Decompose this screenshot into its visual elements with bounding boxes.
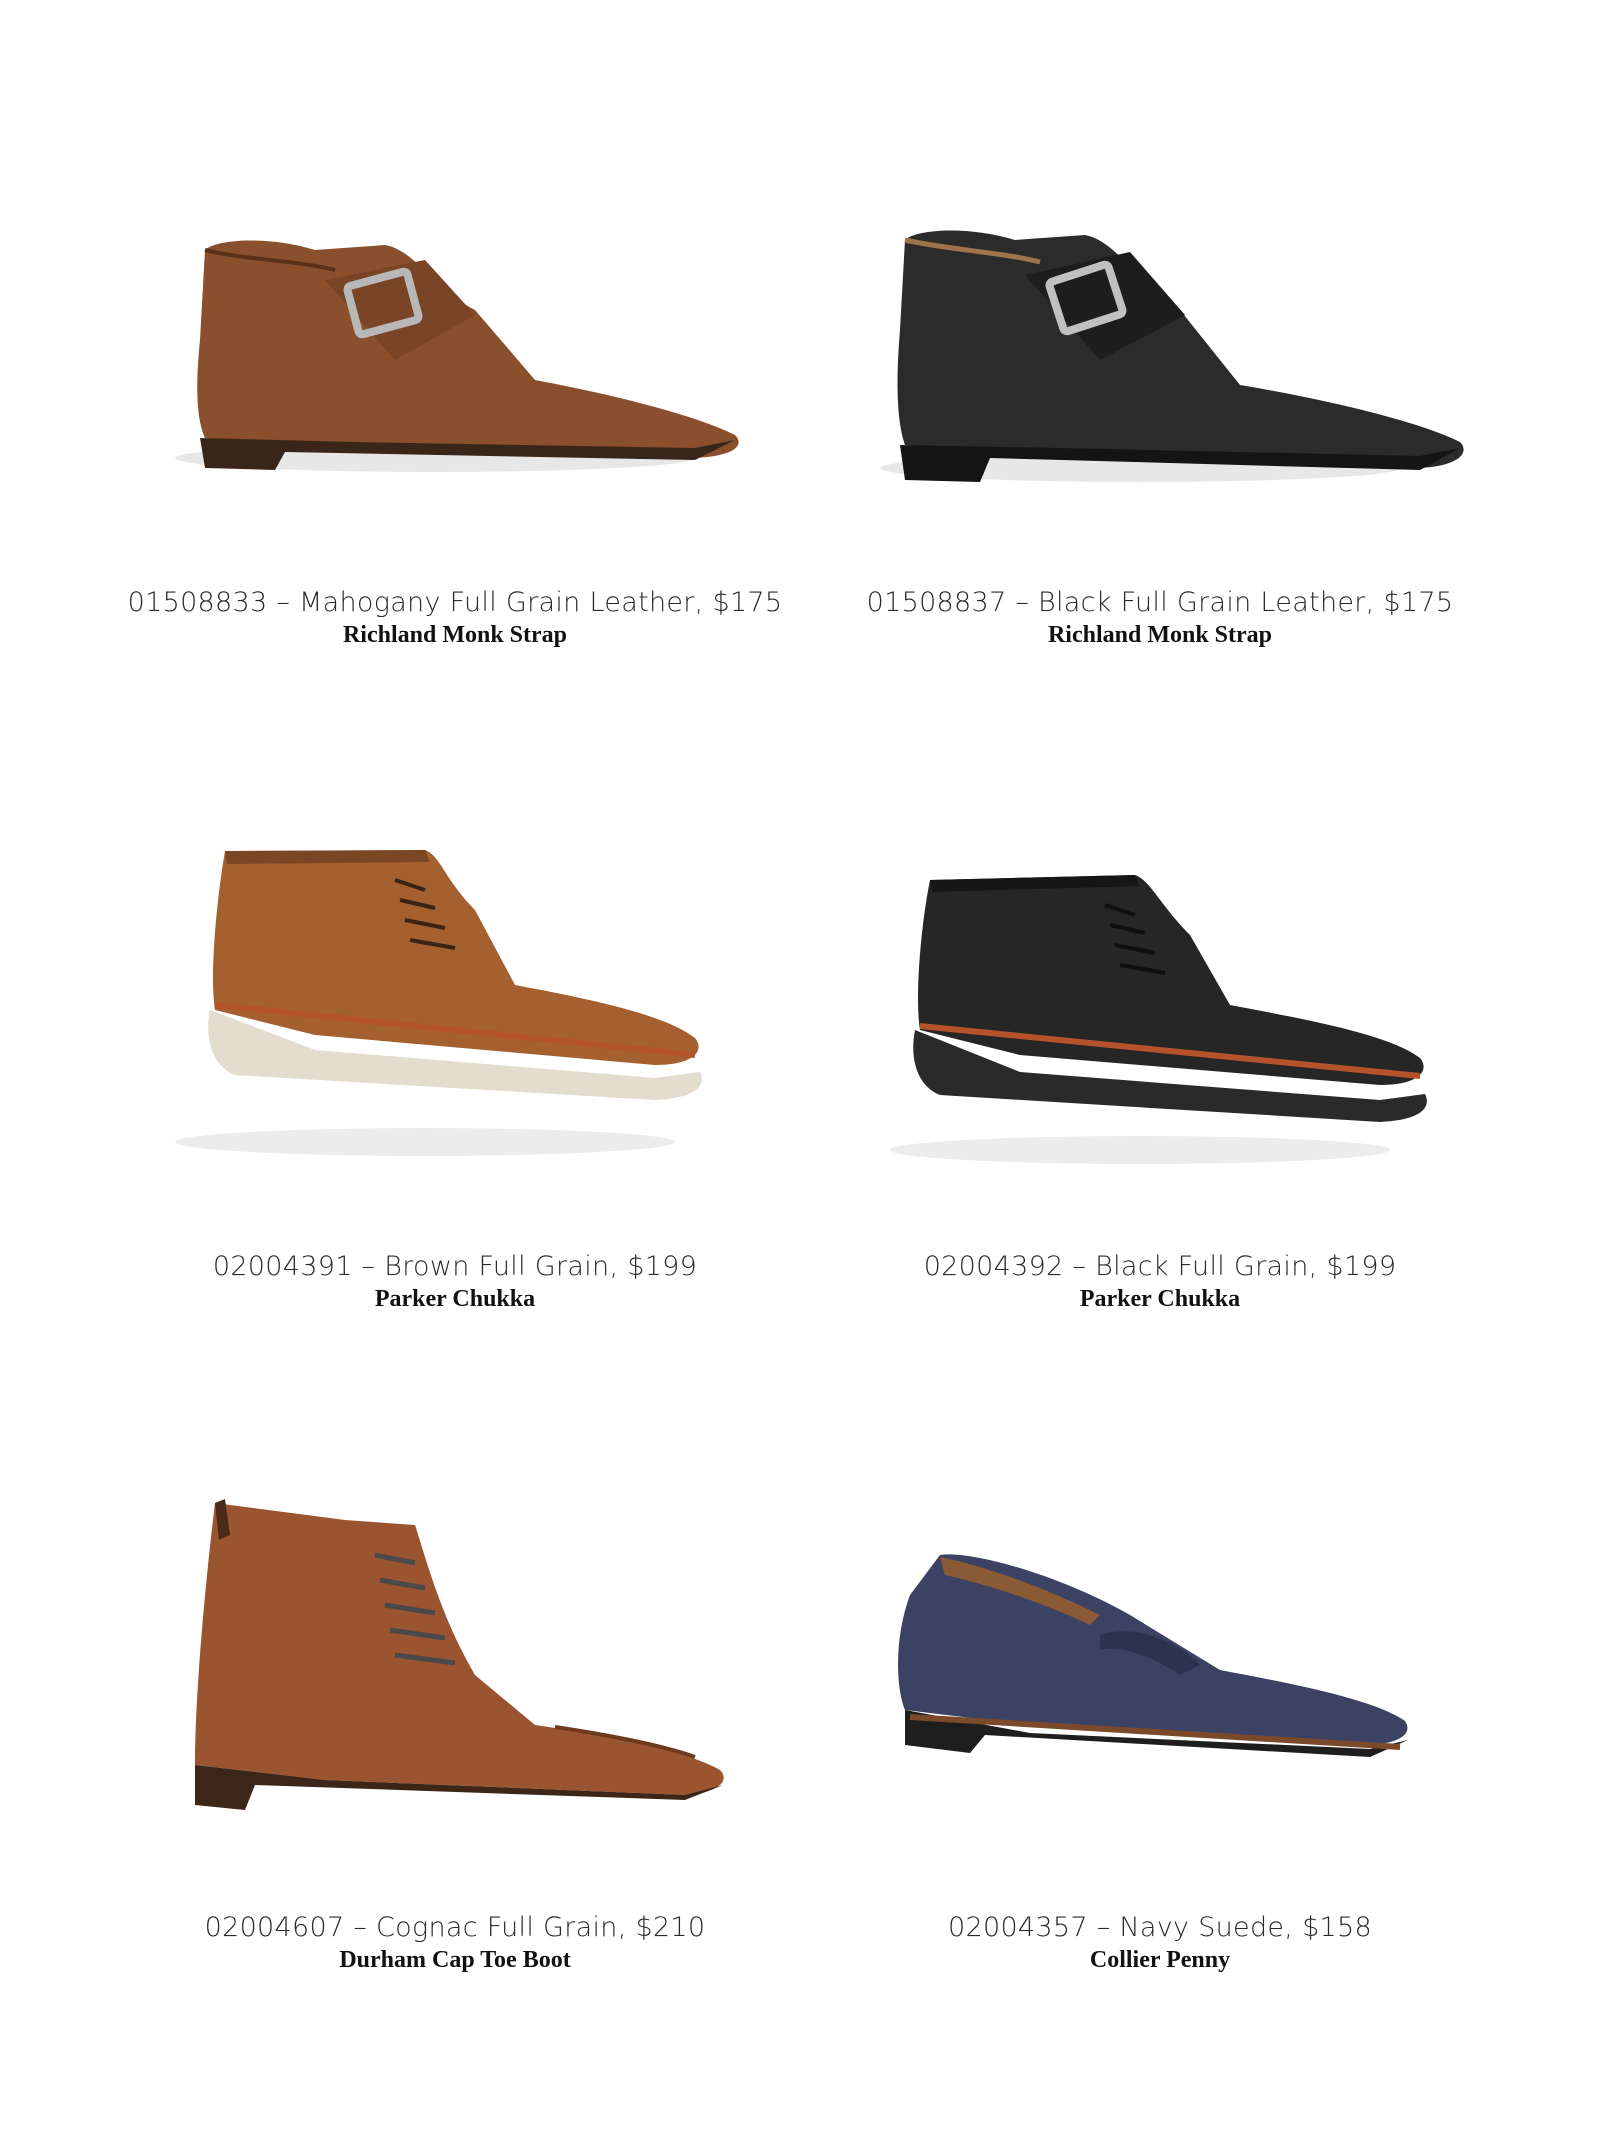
- product-spec: 01508833 – Mahogany Full Grain Leather, …: [127, 587, 783, 618]
- product-name: Richland Monk Strap: [1047, 622, 1273, 648]
- product-card[interactable]: 02004391 – Brown Full Grain, $199 Parker…: [95, 850, 815, 1312]
- penny-loafer-icon: [800, 1495, 1520, 1875]
- product-spec: 02004357 – Navy Suede, $158: [948, 1912, 1372, 1943]
- cap-toe-boot-icon: [95, 1495, 815, 1875]
- product-name: Collier Penny: [1089, 1947, 1231, 1973]
- monk-strap-shoe-icon: [95, 190, 815, 570]
- product-name: Parker Chukka: [1079, 1286, 1241, 1312]
- product-card[interactable]: 02004357 – Navy Suede, $158 Collier Penn…: [800, 1495, 1520, 1973]
- product-card[interactable]: 01508837 – Black Full Grain Leather, $17…: [800, 190, 1520, 648]
- chukka-boot-icon: [800, 850, 1520, 1230]
- product-card[interactable]: 02004392 – Black Full Grain, $199 Parker…: [800, 850, 1520, 1312]
- product-spec: 01508837 – Black Full Grain Leather, $17…: [866, 587, 1454, 618]
- product-card[interactable]: 01508833 – Mahogany Full Grain Leather, …: [95, 190, 815, 648]
- product-card[interactable]: 02004607 – Cognac Full Grain, $210 Durha…: [95, 1495, 815, 1973]
- product-spec: 02004391 – Brown Full Grain, $199: [212, 1251, 698, 1282]
- product-spec: 02004392 – Black Full Grain, $199: [923, 1251, 1397, 1282]
- chukka-boot-icon: [95, 850, 815, 1230]
- product-name: Parker Chukka: [374, 1286, 536, 1312]
- product-name: Richland Monk Strap: [342, 622, 568, 648]
- monk-strap-shoe-icon: [800, 190, 1520, 570]
- product-spec: 02004607 – Cognac Full Grain, $210: [204, 1912, 706, 1943]
- product-name: Durham Cap Toe Boot: [339, 1947, 571, 1973]
